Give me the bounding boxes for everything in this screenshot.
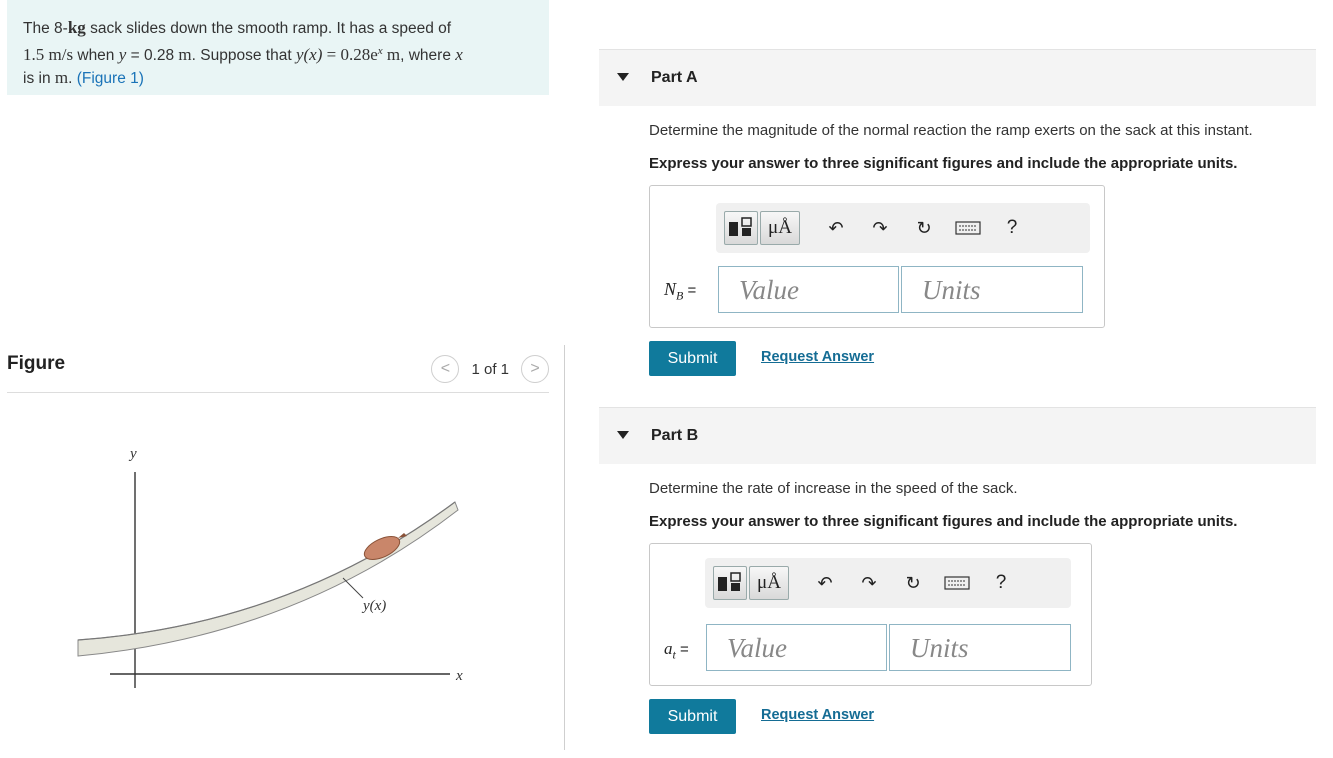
part-a-label: Part A — [651, 69, 698, 86]
curve-leader-line — [342, 577, 364, 599]
y-axis-label: y — [128, 446, 137, 462]
help-icon: ? — [1006, 217, 1018, 238]
part-a-units-input[interactable]: Units — [901, 266, 1083, 313]
figure-nav: < 1 of 1 > — [431, 355, 549, 383]
keyboard-icon — [944, 576, 970, 590]
templates-icon — [718, 572, 741, 591]
unit-m: m — [54, 68, 69, 88]
part-a-request-answer-link[interactable]: Request Answer — [761, 349, 874, 365]
unit-m: m — [178, 45, 192, 65]
figure-header: Figure < 1 of 1 > — [7, 345, 549, 393]
figure-link[interactable]: (Figure 1) — [77, 70, 144, 87]
function-y-of-x: y(x) — [295, 45, 323, 65]
keyboard-button[interactable] — [950, 210, 986, 246]
problem-statement: The 8-kg sack slides down the smooth ram… — [7, 0, 549, 95]
part-b-request-answer-link[interactable]: Request Answer — [761, 707, 874, 723]
part-b-submit-button[interactable]: Submit — [649, 699, 736, 734]
redo-icon: ↷ — [872, 217, 888, 238]
keyboard-button[interactable] — [939, 565, 975, 601]
part-b-toolbar: μÅ ↶ ↷ ↻ ? — [705, 558, 1071, 608]
part-a-answer-box: μÅ ↶ ↷ ↻ ? NB = Value Units — [649, 185, 1105, 328]
reset-button[interactable]: ↻ — [906, 210, 942, 246]
function-expression: 0.28e — [340, 45, 378, 65]
part-a-question: Determine the magnitude of the normal re… — [649, 122, 1253, 139]
problem-line-2: 1.5 m/s when y = 0.28 m. Suppose that y(… — [23, 40, 533, 67]
keyboard-icon — [955, 221, 981, 235]
help-icon: ? — [995, 572, 1007, 593]
units-symbols-button[interactable]: μÅ — [760, 211, 800, 245]
problem-text: , where — [400, 47, 456, 65]
part-b-units-input[interactable]: Units — [889, 624, 1071, 671]
figure-title: Figure — [7, 353, 66, 374]
equals-sign: = — [675, 641, 689, 658]
redo-button[interactable]: ↷ — [851, 565, 887, 601]
collapse-triangle-icon[interactable] — [617, 73, 629, 81]
mu-angstrom-icon: μÅ — [768, 217, 792, 238]
curve-label: y(x) — [361, 598, 386, 614]
problem-text: . Suppose that — [191, 47, 296, 65]
templates-button[interactable] — [713, 566, 747, 600]
undo-icon: ↶ — [817, 572, 833, 593]
problem-text: = 0.28 — [126, 47, 179, 65]
var-n: N — [664, 279, 677, 299]
redo-button[interactable]: ↷ — [862, 210, 898, 246]
var-x: x — [455, 45, 463, 65]
part-a-instruction: Express your answer to three significant… — [649, 155, 1238, 172]
redo-icon: ↷ — [861, 572, 877, 593]
units-symbols-button[interactable]: μÅ — [749, 566, 789, 600]
prev-figure-button[interactable]: < — [431, 355, 460, 383]
part-b-instruction: Express your answer to three significant… — [649, 513, 1238, 530]
problem-line-3: is in m. (Figure 1) — [23, 67, 533, 90]
at-label: at = — [664, 639, 689, 662]
problem-line-1: The 8-kg sack slides down the smooth ram… — [23, 17, 533, 40]
help-button[interactable]: ? — [994, 210, 1030, 246]
part-a-value-input[interactable]: Value — [718, 266, 899, 313]
problem-text: is in — [23, 70, 55, 88]
problem-text: The 8- — [23, 20, 68, 37]
part-a-submit-button[interactable]: Submit — [649, 341, 736, 376]
problem-text: . — [68, 70, 77, 88]
part-b-answer-box: μÅ ↶ ↷ ↻ ? at = Value Units — [649, 543, 1092, 686]
part-b-header[interactable]: Part B — [599, 407, 1316, 464]
chevron-left-icon: < — [440, 360, 451, 377]
x-axis-label: x — [455, 668, 463, 684]
equals-sign: = — [683, 282, 697, 299]
nb-label: NB = — [664, 279, 696, 304]
reset-button[interactable]: ↻ — [895, 565, 931, 601]
mu-angstrom-icon: μÅ — [757, 572, 781, 593]
part-a-toolbar: μÅ ↶ ↷ ↻ ? — [716, 203, 1090, 253]
problem-text: sack slides down the smooth ramp. It has… — [85, 20, 452, 37]
templates-icon — [729, 217, 752, 236]
undo-button[interactable]: ↶ — [807, 565, 843, 601]
unit-kg: kg — [67, 18, 86, 37]
part-b-question: Determine the rate of increase in the sp… — [649, 480, 1018, 497]
unit-m: m — [382, 45, 401, 65]
part-b-label: Part B — [651, 427, 699, 444]
reset-icon: ↻ — [905, 572, 921, 593]
part-a-header[interactable]: Part A — [599, 49, 1316, 106]
collapse-triangle-icon[interactable] — [617, 431, 629, 439]
part-b-value-input[interactable]: Value — [706, 624, 887, 671]
chevron-right-icon: > — [530, 360, 540, 377]
templates-button[interactable] — [724, 211, 758, 245]
ramp-figure: y x y(x) — [77, 446, 463, 688]
problem-text: when — [73, 47, 119, 65]
panel-divider — [564, 345, 565, 750]
equals-sign: = — [322, 45, 341, 65]
undo-button[interactable]: ↶ — [818, 210, 854, 246]
reset-icon: ↻ — [916, 217, 932, 238]
figure-count: 1 of 1 — [471, 360, 509, 378]
undo-icon: ↶ — [828, 217, 844, 238]
var-a: a — [664, 639, 673, 658]
next-figure-button[interactable]: > — [521, 355, 549, 383]
help-button[interactable]: ? — [983, 565, 1019, 601]
speed-value: 1.5 m/s — [23, 45, 74, 65]
